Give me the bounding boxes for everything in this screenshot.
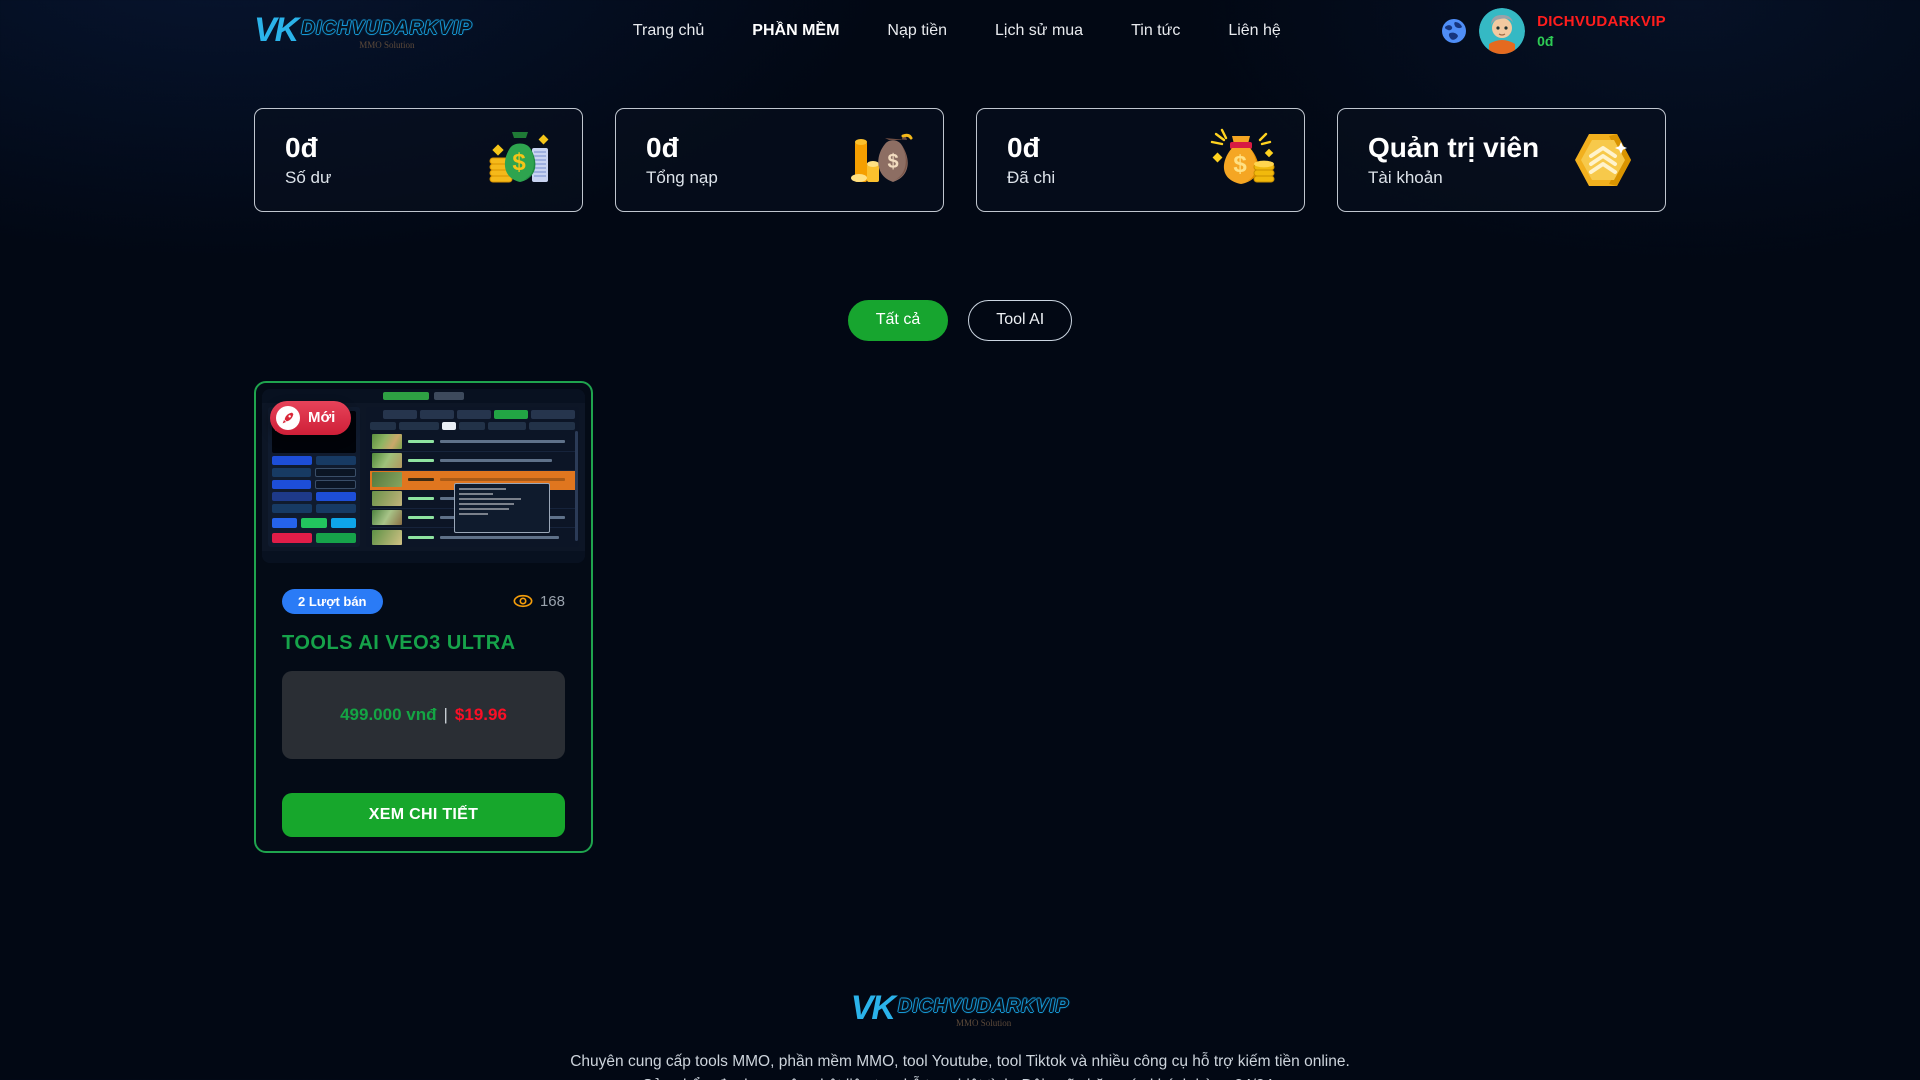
svg-text:$: $: [887, 151, 898, 173]
money-bag-brown-icon: $: [847, 126, 915, 194]
user-meta: DICHVUDARKVIP 0đ: [1537, 13, 1666, 49]
footer-logo[interactable]: VK DICHVUDARKVIP MMO Solution: [851, 991, 1070, 1028]
nav-item-deposit[interactable]: Nạp tiền: [887, 22, 947, 40]
svg-text:$: $: [1233, 151, 1247, 178]
header: VK DICHVUDARKVIP MMO Solution Trang chủ …: [254, 0, 1666, 54]
filter-all-button[interactable]: Tất cả: [848, 300, 948, 341]
stat-card-account-role: Quản trị viên Tài khoản: [1337, 108, 1666, 212]
user-name[interactable]: DICHVUDARKVIP: [1537, 13, 1666, 30]
logo-tagline: MMO Solution: [359, 41, 414, 50]
stat-card-spent: 0đ Đã chi $: [976, 108, 1305, 212]
stat-label-balance: Số dư: [285, 168, 331, 188]
rocket-icon: [276, 406, 300, 430]
user-avatar[interactable]: [1479, 8, 1525, 54]
stat-label-total-deposit: Tổng nạp: [646, 168, 718, 188]
money-coins-bag-green-icon: $: [486, 126, 554, 194]
footer-description: Chuyên cung cấp tools MMO, phần mềm MMO,…: [570, 1050, 1350, 1080]
footer-logo-brand-text: DICHVUDARKVIP: [898, 997, 1069, 1016]
gold-rank-badge-icon: [1569, 126, 1637, 194]
price-usd: $19.96: [455, 705, 507, 725]
product-title[interactable]: TOOLS AI VEO3 ULTRA: [282, 632, 565, 655]
site-logo[interactable]: VK DICHVUDARKVIP MMO Solution: [254, 13, 473, 50]
language-globe-icon[interactable]: [1441, 18, 1467, 44]
new-badge-label: Mới: [308, 409, 335, 426]
logo-text: DICHVUDARKVIP MMO Solution: [301, 19, 472, 50]
user-balance: 0đ: [1537, 33, 1666, 49]
stat-text: 0đ Đã chi: [1007, 132, 1055, 187]
logo-brand-text: DICHVUDARKVIP: [301, 19, 472, 38]
stat-value-spent: 0đ: [1007, 132, 1055, 164]
view-details-button[interactable]: XEM CHI TIẾT: [282, 793, 565, 837]
price-panel: 499.000 vnđ | $19.96: [282, 671, 565, 759]
stat-card-balance: 0đ Số dư $: [254, 108, 583, 212]
nav-item-home[interactable]: Trang chủ: [633, 22, 704, 40]
footer: VK DICHVUDARKVIP MMO Solution Chuyên cun…: [254, 991, 1666, 1080]
stat-value-total-deposit: 0đ: [646, 132, 718, 164]
user-box: DICHVUDARKVIP 0đ: [1441, 8, 1666, 54]
stat-label-role: Tài khoản: [1368, 168, 1539, 188]
product-card[interactable]: Mới: [254, 381, 593, 853]
svg-text:$: $: [512, 149, 526, 176]
price-separator: |: [443, 705, 447, 725]
stats-row: 0đ Số dư $ 0đ Tổng nạp: [254, 108, 1666, 212]
main-nav: Trang chủ PHẦN MỀM Nạp tiền Lịch sử mua …: [633, 22, 1281, 40]
category-filters: Tất cả Tool AI: [254, 300, 1666, 341]
footer-line-2: Sản phẩm đa dạng, cập nhật liên tục, hỗ …: [570, 1074, 1350, 1080]
thumb-table: [366, 407, 579, 547]
price-vnd: 499.000 vnđ: [340, 705, 436, 725]
nav-item-software[interactable]: PHẦN MỀM: [752, 22, 839, 40]
nav-item-contact[interactable]: Liên hệ: [1228, 22, 1281, 40]
stat-label-spent: Đã chi: [1007, 168, 1055, 188]
thumb-scrollbar: [575, 431, 578, 541]
nav-item-news[interactable]: Tin tức: [1131, 22, 1180, 40]
product-meta-row: 2 Lượt bán 168: [282, 589, 565, 614]
footer-logo-tagline: MMO Solution: [956, 1019, 1011, 1028]
avatar-image: [1479, 8, 1525, 54]
thumb-context-menu: [454, 483, 550, 533]
product-card-body: 2 Lượt bán 168 TOOLS AI VEO3 ULTRA 499.0…: [262, 589, 585, 837]
nav-item-purchase-history[interactable]: Lịch sử mua: [995, 22, 1083, 40]
logo-vk-mark: VK: [254, 13, 297, 47]
new-badge: Mới: [270, 401, 351, 435]
thumb-statusbar: [262, 551, 585, 563]
view-count: 168: [540, 593, 565, 610]
filter-tool-ai-button[interactable]: Tool AI: [968, 300, 1072, 341]
footer-line-1: Chuyên cung cấp tools MMO, phần mềm MMO,…: [570, 1050, 1350, 1074]
stat-value-balance: 0đ: [285, 132, 331, 164]
stat-text: 0đ Số dư: [285, 132, 331, 187]
stat-value-role: Quản trị viên: [1368, 132, 1539, 164]
stat-text: 0đ Tổng nạp: [646, 132, 718, 187]
money-bag-gold-icon: $: [1208, 126, 1276, 194]
eye-icon: [513, 594, 533, 608]
footer-logo-vk-mark: VK: [851, 991, 894, 1025]
view-counter: 168: [513, 593, 565, 610]
footer-logo-text: DICHVUDARKVIP MMO Solution: [898, 997, 1069, 1028]
stat-text: Quản trị viên Tài khoản: [1368, 132, 1539, 187]
sales-count-badge: 2 Lượt bán: [282, 589, 383, 614]
stat-card-total-deposit: 0đ Tổng nạp $: [615, 108, 944, 212]
product-grid: Mới: [254, 381, 1666, 853]
